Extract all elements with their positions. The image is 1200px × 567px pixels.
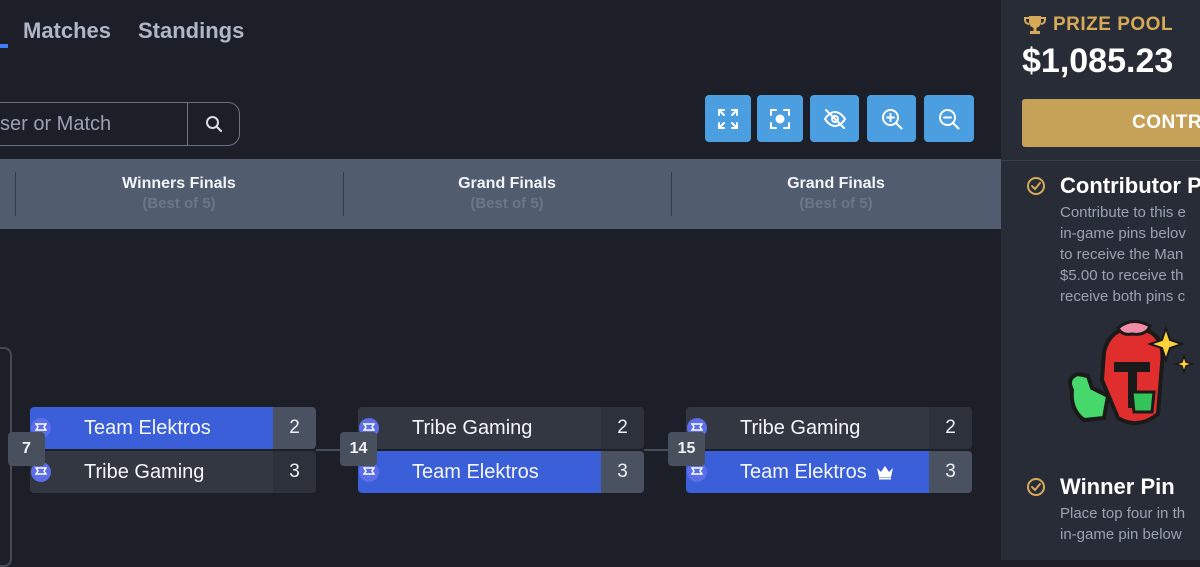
round-header: Winners Finals (Best of 5) Grand Finals … [0,159,1001,229]
match-number: 7 [8,432,45,466]
team-row[interactable]: Tribe Gaming 3 [30,451,316,493]
team-name-cell: Tribe Gaming [358,407,601,449]
fullscreen-button[interactable] [705,95,751,142]
zoom-in-button[interactable] [867,95,916,142]
search-button[interactable] [188,103,239,145]
check-circle-icon [1027,478,1045,496]
prize-pool-amount: $1,085.23 [1022,42,1174,80]
team-name: Tribe Gaming [412,416,533,439]
prize-pool-text: PRIZE POOL [1053,14,1174,35]
match-number: 15 [668,432,705,466]
round-subtitle: (Best of 5) [799,195,873,212]
contributor-pin-title: Contributor P [1060,173,1200,198]
tab-standings[interactable]: Standings [138,18,244,44]
zoom-out-button[interactable] [924,95,974,142]
team-name: Team Elektros [84,416,211,439]
team-name-cell: Tribe Gaming [686,407,929,449]
team-name-cell: Team Elektros [30,407,273,449]
team-score: 3 [929,451,972,493]
team-name-cell: Team Elektros [686,451,929,493]
zoom-in-icon [881,108,902,129]
spartan-pin-image [1068,320,1195,426]
round-title: Grand Finals [787,175,885,192]
hide-button[interactable] [810,95,859,142]
contributor-pin-description: Contribute to this e in-game pins belov … [1060,204,1186,305]
focus-button[interactable] [757,95,803,142]
contribute-button[interactable]: CONTR [1022,99,1200,147]
search-box [0,102,240,146]
team-name-cell: Team Elektros [358,451,601,493]
team-score: 2 [929,407,972,449]
team-row[interactable]: Tribe Gaming 2 [358,407,644,449]
winner-pin-title: Winner Pin [1060,474,1175,499]
team-score: 2 [601,407,644,449]
team-name-cell: Tribe Gaming [30,451,273,493]
team-name: Team Elektros [740,460,867,483]
team-score: 3 [273,451,316,493]
panel-divider [1001,160,1200,161]
search-input[interactable] [0,103,187,145]
team-row[interactable]: Team Elektros 3 [358,451,644,493]
zoom-out-icon [939,108,960,129]
hide-icon [823,108,846,129]
team-name: Tribe Gaming [740,416,861,439]
crown-icon [875,464,895,480]
team-row[interactable]: Tribe Gaming 2 [686,407,972,449]
active-tab-indicator [0,44,8,48]
prize-pool-label: PRIZE POOL [1023,14,1173,36]
focus-icon [770,108,790,129]
team-score: 3 [601,451,644,493]
winner-pin-description: Place top four in th in-game pin below [1060,505,1186,543]
team-name: Tribe Gaming [84,460,205,483]
round-column: Winners Finals (Best of 5) [15,175,343,215]
match-number: 14 [340,432,377,466]
fullscreen-icon [718,108,738,129]
round-title: Winners Finals [122,175,236,192]
search-icon [206,116,223,133]
tab-matches[interactable]: Matches [23,18,111,44]
check-circle-icon [1027,177,1045,195]
team-row[interactable]: Team Elektros 3 [686,451,972,493]
team-row[interactable]: Team Elektros 2 [30,407,316,449]
team-score: 2 [273,407,316,449]
round-title: Grand Finals [458,175,556,192]
round-subtitle: (Best of 5) [470,195,544,212]
team-name: Team Elektros [412,460,539,483]
round-column: Grand Finals (Best of 5) [343,175,671,215]
trophy-icon [1024,16,1046,34]
round-column: Grand Finals (Best of 5) [672,175,1000,215]
round-subtitle: (Best of 5) [142,195,216,212]
